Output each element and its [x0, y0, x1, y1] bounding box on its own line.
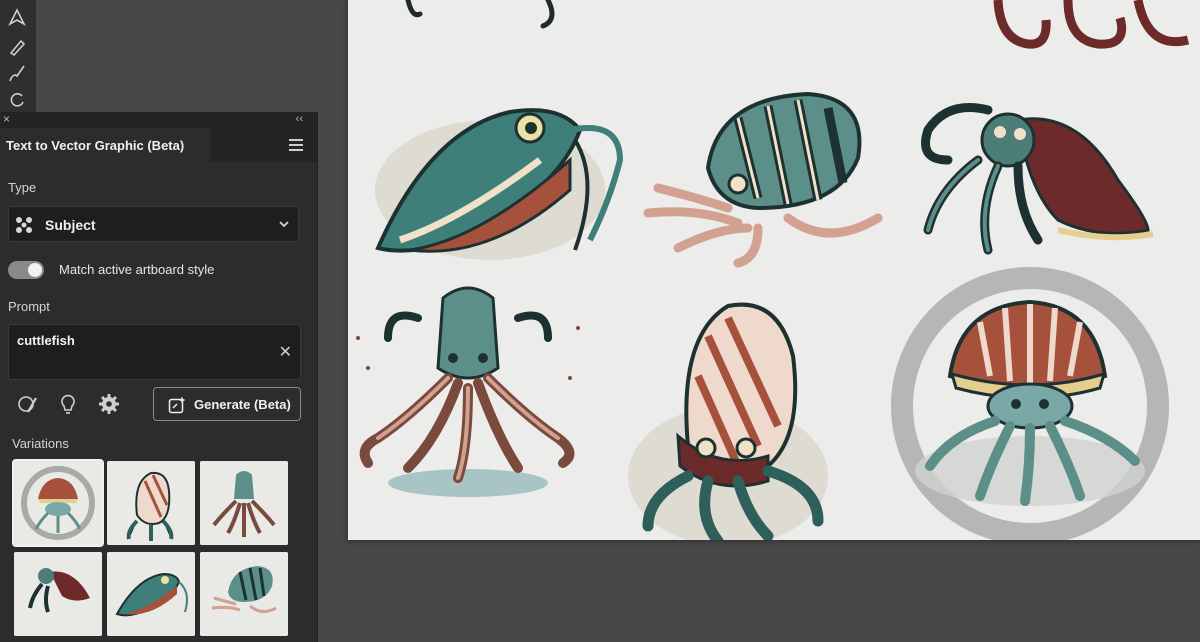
text-to-vector-panel: × ‹‹ Text to Vector Graphic (Beta) Type …: [0, 112, 318, 642]
match-style-label: Match active artboard style: [59, 262, 215, 277]
type-dropdown[interactable]: Subject: [8, 206, 299, 242]
variation-thumbnail[interactable]: [200, 552, 288, 636]
match-style-row: Match active artboard style: [8, 260, 299, 280]
artboard[interactable]: [348, 0, 1200, 540]
brush-tool-icon[interactable]: [6, 62, 28, 84]
variations-label: Variations: [12, 436, 69, 451]
pen-tool-icon[interactable]: [6, 36, 28, 58]
tab-text-to-vector[interactable]: Text to Vector Graphic (Beta): [0, 128, 210, 162]
sparkle-add-icon: [168, 396, 186, 414]
workspace: × ‹‹ Text to Vector Graphic (Beta) Type …: [0, 0, 1200, 642]
variation-thumbnail[interactable]: [12, 459, 104, 547]
style-picker-icon[interactable]: [16, 392, 40, 416]
cuttlefish-illustration[interactable]: [398, 0, 568, 30]
cuttlefish-illustration[interactable]: [988, 0, 1200, 64]
clear-prompt-button[interactable]: ✕: [279, 345, 292, 361]
cuttlefish-illustration[interactable]: [908, 100, 1158, 270]
subject-icon: [16, 217, 32, 233]
tools-bar: [0, 0, 36, 112]
cuttlefish-illustration[interactable]: [618, 296, 858, 540]
cuttlefish-illustration[interactable]: [348, 278, 588, 508]
gear-icon[interactable]: [97, 392, 121, 416]
variation-thumbnail[interactable]: [200, 461, 288, 545]
lightbulb-icon[interactable]: [56, 392, 80, 416]
type-label: Type: [8, 180, 37, 195]
rotate-tool-icon[interactable]: [6, 88, 28, 110]
variation-thumbnail[interactable]: [14, 552, 102, 636]
generate-button[interactable]: Generate (Beta): [153, 387, 301, 421]
prompt-input[interactable]: cuttlefish ✕: [8, 324, 301, 380]
panel-header-bar: × ‹‹: [0, 112, 317, 128]
prompt-label: Prompt: [8, 299, 50, 314]
pen-tool-icon[interactable]: [6, 6, 28, 28]
collapse-panel-button[interactable]: ‹‹: [296, 112, 303, 127]
chevron-down-icon: [279, 221, 289, 228]
variation-thumbnail[interactable]: [107, 552, 195, 636]
hamburger-menu-icon[interactable]: [289, 139, 303, 151]
cuttlefish-illustration[interactable]: [638, 88, 888, 268]
prompt-input-value: cuttlefish: [17, 333, 75, 348]
panel-tab-bar: Text to Vector Graphic (Beta): [0, 128, 317, 162]
match-style-toggle[interactable]: [8, 261, 44, 279]
type-dropdown-value: Subject: [45, 217, 96, 233]
generate-button-label: Generate (Beta): [194, 397, 291, 412]
jellyfish-illustration[interactable]: [880, 266, 1180, 540]
close-panel-button[interactable]: ×: [3, 112, 10, 126]
cuttlefish-illustration[interactable]: [370, 90, 630, 270]
variation-thumbnail[interactable]: [107, 461, 195, 545]
